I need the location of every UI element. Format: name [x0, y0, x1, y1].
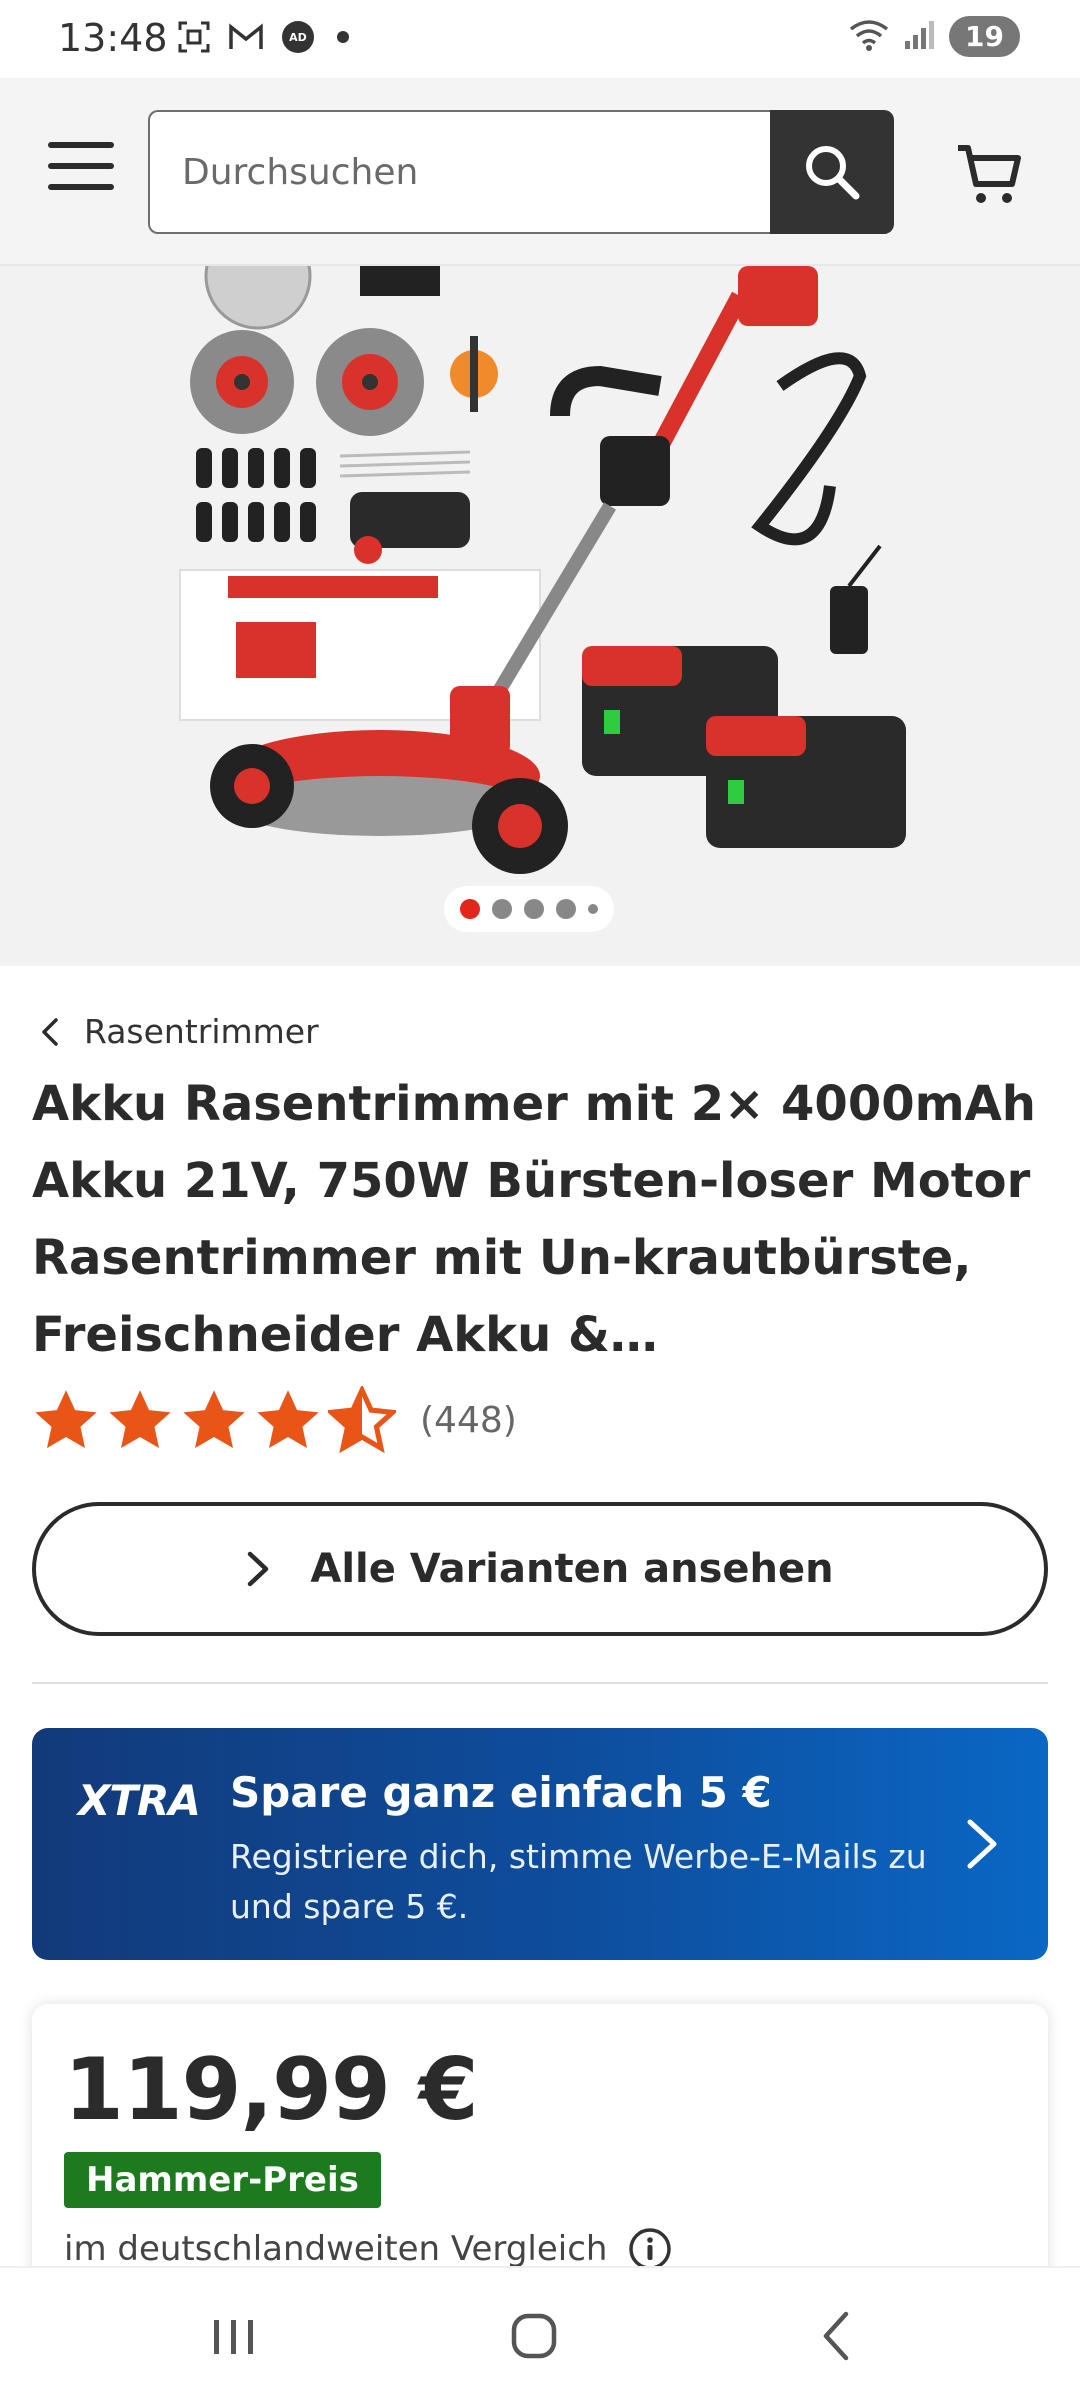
status-notification-icons: AD: [175, 18, 349, 56]
svg-text:AD: AD: [289, 31, 307, 44]
star-full-icon: [257, 1390, 319, 1449]
product-price: 119,99 €: [64, 2040, 479, 2140]
product-image: [0, 266, 1080, 966]
all-variants-button[interactable]: Alle Varianten ansehen: [32, 1502, 1048, 1636]
gallery-dot[interactable]: [492, 899, 512, 919]
status-time: 13:48: [58, 16, 168, 60]
status-bar: 13:48 AD 19: [0, 0, 1080, 78]
search-icon: [806, 146, 860, 200]
search-input[interactable]: [148, 110, 770, 234]
search-bar: [148, 110, 894, 234]
home-icon[interactable]: [504, 2306, 564, 2366]
divider: [32, 1682, 1048, 1684]
star-full-icon: [109, 1390, 171, 1449]
xtra-description: Registriere dich, stimme Werbe-E-Mails z…: [230, 1837, 927, 1926]
hammer-price-badge: Hammer-Preis: [64, 2152, 381, 2208]
cart-button[interactable]: [952, 136, 1028, 212]
battery-indicator: 19: [949, 16, 1020, 57]
gmail-icon: [227, 18, 265, 56]
cart-icon: [958, 145, 1021, 203]
system-navigation-bar: [0, 2266, 1080, 2400]
app-header: [0, 78, 1080, 266]
breadcrumb-label: Rasentrimmer: [84, 1012, 319, 1051]
breadcrumb[interactable]: Rasentrimmer: [40, 1012, 319, 1051]
price-card: 119,99 € Hammer-Preis im deutschlandweit…: [32, 2004, 1048, 2304]
gallery-dot[interactable]: [588, 904, 598, 914]
product-rating[interactable]: (448): [32, 1386, 517, 1454]
menu-button[interactable]: [48, 142, 114, 196]
status-system-icons: 19: [847, 16, 1020, 57]
more-notifications-dot: [337, 31, 349, 43]
xtra-title: Spare ganz einfach 5 €: [230, 1768, 772, 1817]
star-half-icon: [328, 1386, 396, 1454]
xtra-promo-banner[interactable]: XTRA Spare ganz einfach 5 € Registriere …: [32, 1728, 1048, 1960]
star-full-icon: [35, 1390, 97, 1449]
all-variants-label: Alle Varianten ansehen: [310, 1546, 834, 1592]
wifi-icon: [847, 17, 891, 57]
menu-icon: [48, 142, 114, 148]
chevron-right-icon: [967, 1819, 997, 1869]
gallery-dot[interactable]: [460, 899, 480, 919]
xtra-logo: XTRA: [78, 1776, 201, 1825]
product-image-gallery[interactable]: [0, 266, 1080, 966]
price-comparison-text: im deutschlandweiten Vergleich: [64, 2229, 608, 2269]
gallery-dot[interactable]: [556, 899, 576, 919]
screenshot-icon: [175, 18, 213, 56]
search-button[interactable]: [770, 110, 894, 234]
product-title: Akku Rasentrimmer mit 2× 4000mAh Akku 21…: [32, 1076, 1036, 1363]
rating-count: (448): [420, 1399, 517, 1441]
recent-apps-icon[interactable]: [204, 2306, 264, 2366]
star-full-icon: [183, 1390, 245, 1449]
back-icon[interactable]: [808, 2306, 868, 2366]
chevron-right-icon: [248, 1551, 269, 1587]
signal-icon: [903, 19, 937, 55]
chevron-left-icon: [42, 1017, 58, 1046]
gallery-pagination[interactable]: [444, 886, 614, 932]
gallery-dot[interactable]: [524, 899, 544, 919]
adblocker-icon: AD: [279, 18, 317, 56]
